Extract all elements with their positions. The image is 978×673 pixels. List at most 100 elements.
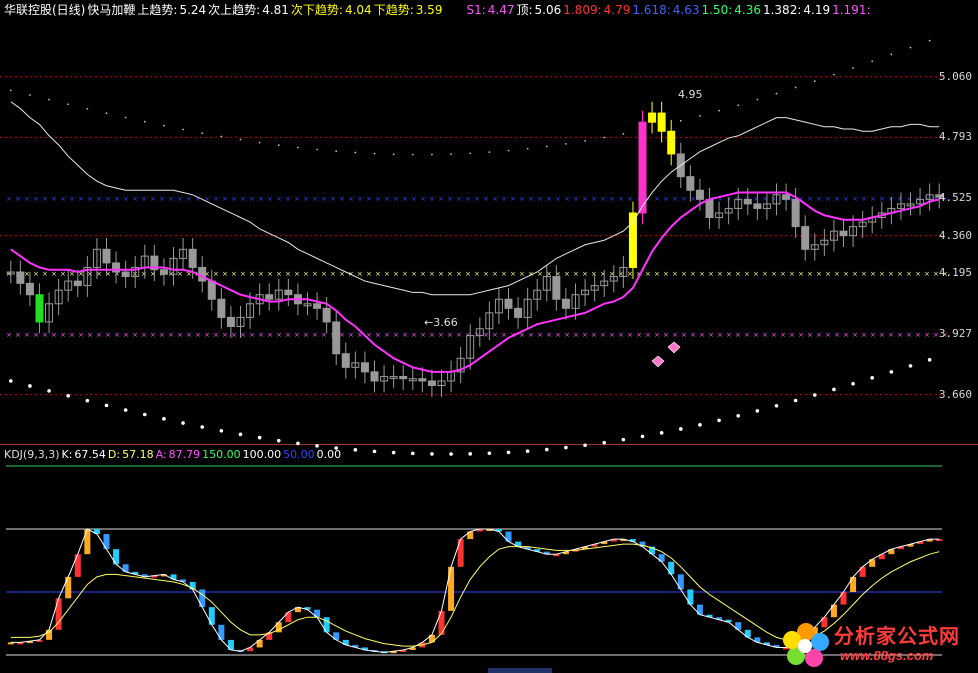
candle-body — [667, 130, 676, 155]
level-marker: × — [555, 331, 561, 339]
level-marker: × — [474, 331, 480, 339]
watermark-title: 分析家公式网 — [834, 624, 960, 648]
lower-trend-dot — [162, 417, 166, 421]
upper-trend-dot — [373, 152, 376, 155]
lower-trend-dot — [123, 408, 128, 412]
level-marker: × — [780, 331, 786, 339]
level-marker: × — [663, 270, 669, 278]
upper-trend-dot — [124, 116, 127, 119]
lower-trend-dot — [315, 444, 319, 448]
level-marker: × — [663, 331, 669, 339]
level-marker: × — [672, 270, 678, 278]
lower-trend-dot — [296, 441, 300, 446]
level-marker: × — [591, 270, 597, 278]
lower-trend-dot — [468, 452, 473, 456]
level-marker: × — [159, 195, 165, 203]
lower-trend-dot — [238, 432, 243, 437]
lower-trend-dot — [889, 370, 894, 374]
level-marker: × — [240, 195, 246, 203]
upper-trend-dot — [737, 104, 740, 107]
upper-trend-dot — [297, 146, 299, 149]
level-marker: × — [879, 270, 885, 278]
level-marker: × — [393, 195, 399, 203]
kdj-bar — [830, 604, 837, 618]
level-marker: × — [321, 270, 327, 278]
level-marker: × — [699, 270, 705, 278]
lower-trend-dot — [353, 448, 358, 452]
level-marker: × — [141, 331, 147, 339]
level-marker: × — [627, 331, 633, 339]
lower-trend-dot — [257, 435, 262, 440]
level-marker: × — [816, 331, 822, 339]
kdj-bar — [438, 610, 445, 635]
candle-body — [226, 316, 235, 327]
level-marker: × — [294, 270, 300, 278]
lower-trend-dot — [812, 393, 817, 397]
level-marker: × — [357, 195, 363, 203]
level-marker: × — [843, 331, 849, 339]
lower-trend-dot — [544, 447, 549, 452]
level-marker: × — [267, 331, 273, 339]
level-marker: × — [888, 331, 894, 339]
kdj-bar — [199, 589, 206, 608]
level-marker: × — [42, 195, 48, 203]
lower-trend-dot — [851, 381, 855, 386]
level-marker: × — [69, 331, 75, 339]
level-marker: × — [294, 331, 300, 339]
level-marker: × — [438, 331, 444, 339]
candle-body — [552, 276, 561, 300]
low-annotation: ←3.66 — [424, 316, 458, 329]
level-marker: × — [816, 195, 822, 203]
level-marker: × — [87, 195, 93, 203]
level-marker: × — [141, 195, 147, 203]
level-marker: × — [573, 195, 579, 203]
level-marker: × — [672, 195, 678, 203]
lower-trend-dot — [927, 358, 932, 362]
level-marker: × — [546, 195, 552, 203]
lower-trend-dot — [678, 427, 683, 431]
level-marker: × — [384, 195, 390, 203]
upper-trend-dot — [679, 119, 682, 122]
level-marker: × — [870, 195, 876, 203]
level-marker: × — [492, 331, 498, 339]
level-marker: × — [447, 270, 453, 278]
price-tick-label: 4.195 — [938, 266, 972, 280]
level-marker: × — [330, 195, 336, 203]
level-marker: × — [897, 270, 903, 278]
level-marker: × — [60, 331, 66, 339]
upper-trend-dot — [411, 153, 414, 156]
level-marker: × — [798, 270, 804, 278]
level-marker: × — [447, 195, 453, 203]
level-marker: × — [807, 331, 813, 339]
level-marker: × — [105, 195, 111, 203]
level-marker: × — [654, 195, 660, 203]
upper-trend-dot — [813, 80, 816, 83]
level-marker: × — [501, 195, 507, 203]
flower-logo-icon — [783, 623, 829, 667]
lower-trend-dot — [908, 364, 913, 368]
level-marker: × — [816, 270, 822, 278]
level-marker: × — [321, 331, 327, 339]
level-marker: × — [807, 195, 813, 203]
lower-trend-dot — [28, 384, 32, 388]
level-marker: × — [519, 270, 525, 278]
level-marker: × — [420, 270, 426, 278]
level-marker: × — [222, 331, 228, 339]
level-marker: × — [762, 331, 768, 339]
level-marker: × — [483, 195, 489, 203]
lower-trend-dot — [774, 403, 779, 408]
upper-trend-dot — [9, 89, 12, 92]
level-marker: × — [582, 195, 588, 203]
level-marker: × — [231, 331, 237, 339]
level-marker: × — [501, 331, 507, 339]
upper-trend-dot — [86, 107, 89, 110]
level-marker: × — [303, 331, 309, 339]
level-marker: × — [861, 270, 867, 278]
kdj-bar — [323, 617, 330, 633]
level-marker: × — [267, 195, 273, 203]
lower-trend-dot — [698, 423, 702, 427]
level-marker: × — [870, 331, 876, 339]
level-marker: × — [258, 270, 264, 278]
lower-trend-dot — [449, 452, 453, 456]
level-marker: × — [105, 331, 111, 339]
